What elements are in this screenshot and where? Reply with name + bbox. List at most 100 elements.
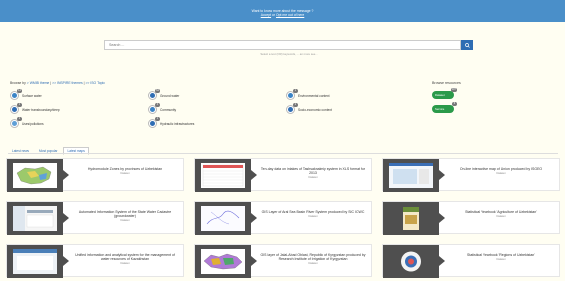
- card-arrow: [251, 256, 257, 266]
- content-tabs: Latest news Most popular Latest maps: [8, 147, 89, 155]
- browse-by-iso[interactable]: >> ISO Topic: [85, 81, 105, 85]
- theme-label: Environmental context: [298, 93, 330, 98]
- map-card[interactable]: On-line interactive map of Union produce…: [382, 158, 560, 192]
- map-card[interactable]: GIS Layer of Aral Sea Basin River System…: [194, 201, 372, 235]
- search-input[interactable]: [104, 40, 461, 50]
- card-type: Dataset: [496, 257, 506, 261]
- service-count-badge: 6: [452, 102, 457, 106]
- card-title[interactable]: Statistical Yearbook 'Agriculture of Uzb…: [447, 210, 555, 219]
- card-arrow: [251, 170, 257, 180]
- card-thumbnail: [201, 249, 245, 274]
- card-thumbnail: [201, 206, 245, 231]
- card-thumbnail: [389, 206, 433, 231]
- search-bar: [104, 40, 474, 50]
- card-thumbnail: [389, 249, 433, 274]
- cookie-links: Accept or Opt me out of here: [0, 13, 565, 17]
- resource-service-button[interactable]: Service 6: [432, 102, 457, 113]
- card-title-text: Unified information and analytical syste…: [75, 253, 175, 262]
- card-type: Dataset: [308, 214, 318, 218]
- tab-latest-news[interactable]: Latest news: [8, 147, 33, 155]
- card-title[interactable]: GIS layer of Jalal-Abad Oblast, Republic…: [259, 253, 367, 266]
- theme-label: Surface water: [22, 93, 42, 98]
- service-label: Service: [435, 107, 445, 111]
- theme-count-badge: 1: [17, 103, 22, 107]
- card-arrow: [63, 256, 69, 266]
- card-title-text: On-line interactive map of Union produce…: [459, 167, 543, 171]
- card-title[interactable]: Ten-day data on intakes of Tashsaknalmiy…: [259, 167, 367, 180]
- theme-environmental-context[interactable]: 1 Environmental context: [286, 89, 330, 100]
- card-arrow: [439, 256, 445, 266]
- tab-most-popular[interactable]: Most popular: [35, 147, 61, 155]
- card-type: Dataset: [120, 261, 130, 265]
- theme-count-badge: 14: [17, 89, 22, 93]
- theme-label: Ground water: [160, 93, 180, 98]
- theme-count-badge: 2: [293, 103, 298, 107]
- card-title[interactable]: Unified information and analytical syste…: [71, 253, 179, 266]
- card-type: Dataset: [120, 218, 130, 222]
- theme-hydraulic-infrastructures[interactable]: 1 Hydraulic infrastructures: [148, 117, 194, 128]
- card-title-text: GIS Layer of Aral Sea Basin River System…: [261, 210, 365, 214]
- card-title-text: GIS layer of Jalal-Abad Oblast, Republic…: [260, 253, 366, 262]
- theme-count-badge: 1: [293, 89, 298, 93]
- search-button[interactable]: [461, 40, 473, 50]
- transboundary-icon: 1: [10, 103, 22, 114]
- hydraulic-icon: 1: [148, 117, 160, 128]
- card-type: Dataset: [120, 171, 130, 175]
- card-arrow: [63, 213, 69, 223]
- card-type: Dataset: [308, 261, 318, 265]
- cookie-banner: Want to know more about the message ? Ac…: [0, 0, 565, 22]
- theme-surface-water[interactable]: 14 Surface water: [10, 89, 42, 100]
- cookie-or-text: or: [272, 13, 276, 17]
- search-icon: [464, 42, 470, 48]
- socio-economic-icon: 2: [286, 103, 298, 114]
- card-title-text: Statistical Yearbook 'Agriculture of Uzb…: [465, 210, 537, 214]
- card-thumbnail: [389, 163, 433, 188]
- card-title-text: Hydromodule Zones by provinces of Uzbeki…: [87, 167, 163, 171]
- dataset-count-badge: 187: [450, 88, 457, 92]
- surface-water-icon: 14: [10, 89, 22, 100]
- cookie-question: Want to know more about the message ?: [251, 9, 314, 13]
- browse-by-wmib[interactable]: > WMIB theme: [27, 81, 50, 85]
- theme-label: Socio-economic context: [298, 107, 332, 112]
- browse-by-inspire[interactable]: >> INSPIRE themes: [52, 81, 83, 85]
- theme-uses-pollutions[interactable]: 1 Uses/pollutions: [10, 117, 44, 128]
- card-thumbnail: [13, 206, 57, 231]
- card-title[interactable]: Automated Information System of the Stat…: [71, 210, 179, 223]
- theme-water-transboundary[interactable]: 1 Water transboundary/deep: [10, 103, 60, 114]
- theme-ground-water[interactable]: 64 Ground water: [148, 89, 180, 100]
- browse-by-row: Browse by > WMIB theme | >> INSPIRE them…: [10, 81, 105, 85]
- map-card[interactable]: Ten-day data on intakes of Tashsaknalmiy…: [194, 158, 372, 192]
- map-card[interactable]: Unified information and analytical syste…: [6, 244, 184, 278]
- theme-label: Community: [160, 107, 177, 112]
- card-title-text: Ten-day data on intakes of Tashsaknalmiy…: [260, 167, 366, 176]
- card-title[interactable]: Statistical Yearbook 'Regions of Uzbekis…: [447, 253, 555, 262]
- theme-socio-economic[interactable]: 2 Socio-economic context: [286, 103, 332, 114]
- map-card[interactable]: Statistical Yearbook 'Agriculture of Uzb…: [382, 201, 560, 235]
- resource-dataset-button[interactable]: Dataset 187: [432, 88, 457, 99]
- theme-community[interactable]: 4 Community: [148, 103, 177, 114]
- card-thumbnail: [13, 163, 57, 188]
- card-thumbnail: [13, 249, 57, 274]
- theme-label: Water transboundary/deep: [22, 107, 60, 112]
- community-icon: 4: [148, 103, 160, 114]
- tabs-divider: [8, 153, 558, 154]
- map-card[interactable]: Hydromodule Zones by provinces of Uzbeki…: [6, 158, 184, 192]
- theme-count-badge: 4: [155, 103, 160, 107]
- theme-count-badge: 1: [155, 117, 160, 121]
- map-card[interactable]: Statistical Yearbook 'Regions of Uzbekis…: [382, 244, 560, 278]
- cookie-accept-link[interactable]: Accept: [261, 13, 271, 17]
- card-title[interactable]: GIS Layer of Aral Sea Basin River System…: [259, 210, 367, 219]
- ground-water-icon: 64: [148, 89, 160, 100]
- cookie-optout-link[interactable]: Opt me out of here: [276, 13, 304, 17]
- card-thumbnail: [201, 163, 245, 188]
- card-title[interactable]: Hydromodule Zones by provinces of Uzbeki…: [71, 167, 179, 176]
- map-card[interactable]: GIS layer of Jalal-Abad Oblast, Republic…: [194, 244, 372, 278]
- card-title[interactable]: On-line interactive map of Union produce…: [447, 167, 555, 176]
- card-arrow: [439, 213, 445, 223]
- browse-resources-label: Browse resources: [432, 81, 461, 85]
- theme-count-badge: 64: [155, 89, 160, 93]
- browse-by-label: Browse by: [10, 81, 26, 85]
- card-title-text: Automated Information System of the Stat…: [78, 210, 172, 219]
- map-card[interactable]: Automated Information System of the Stat…: [6, 201, 184, 235]
- tab-latest-maps[interactable]: Latest maps: [63, 147, 89, 155]
